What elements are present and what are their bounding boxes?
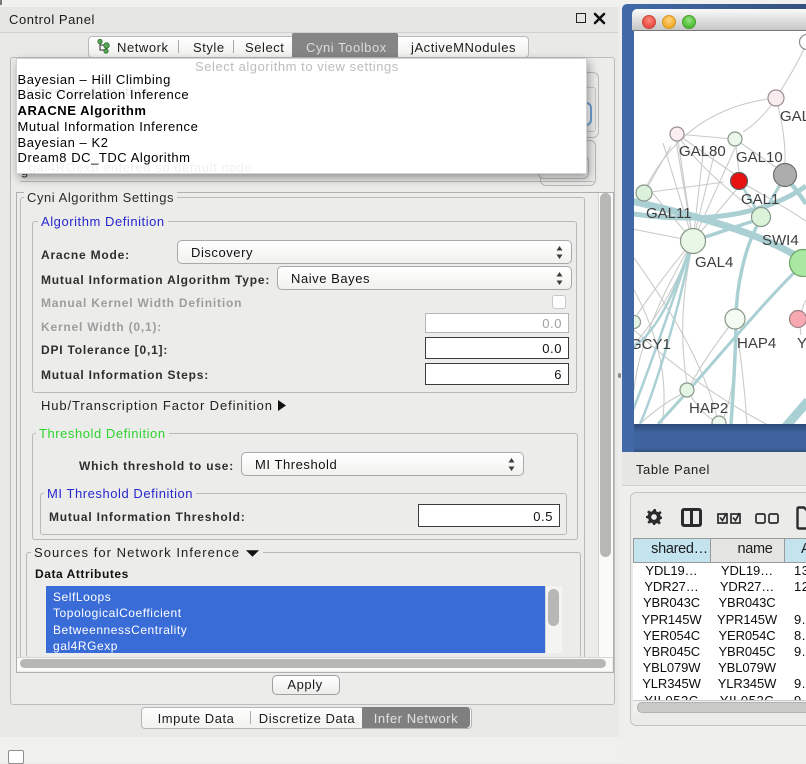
svg-text:GAL80: GAL80 (679, 143, 726, 160)
svg-text:GAL: GAL (780, 108, 806, 125)
svg-text:GAL4: GAL4 (695, 254, 733, 271)
svg-text:SWI4: SWI4 (762, 232, 799, 249)
svg-text:HAP4: HAP4 (737, 335, 776, 352)
svg-text:GAL10: GAL10 (736, 149, 783, 166)
svg-text:GAL1: GAL1 (741, 191, 779, 208)
svg-text:GCY1: GCY1 (634, 336, 671, 353)
svg-text:GAL11: GAL11 (646, 205, 692, 222)
svg-text:Y: Y (797, 335, 806, 352)
svg-text:HAP2: HAP2 (689, 400, 728, 417)
